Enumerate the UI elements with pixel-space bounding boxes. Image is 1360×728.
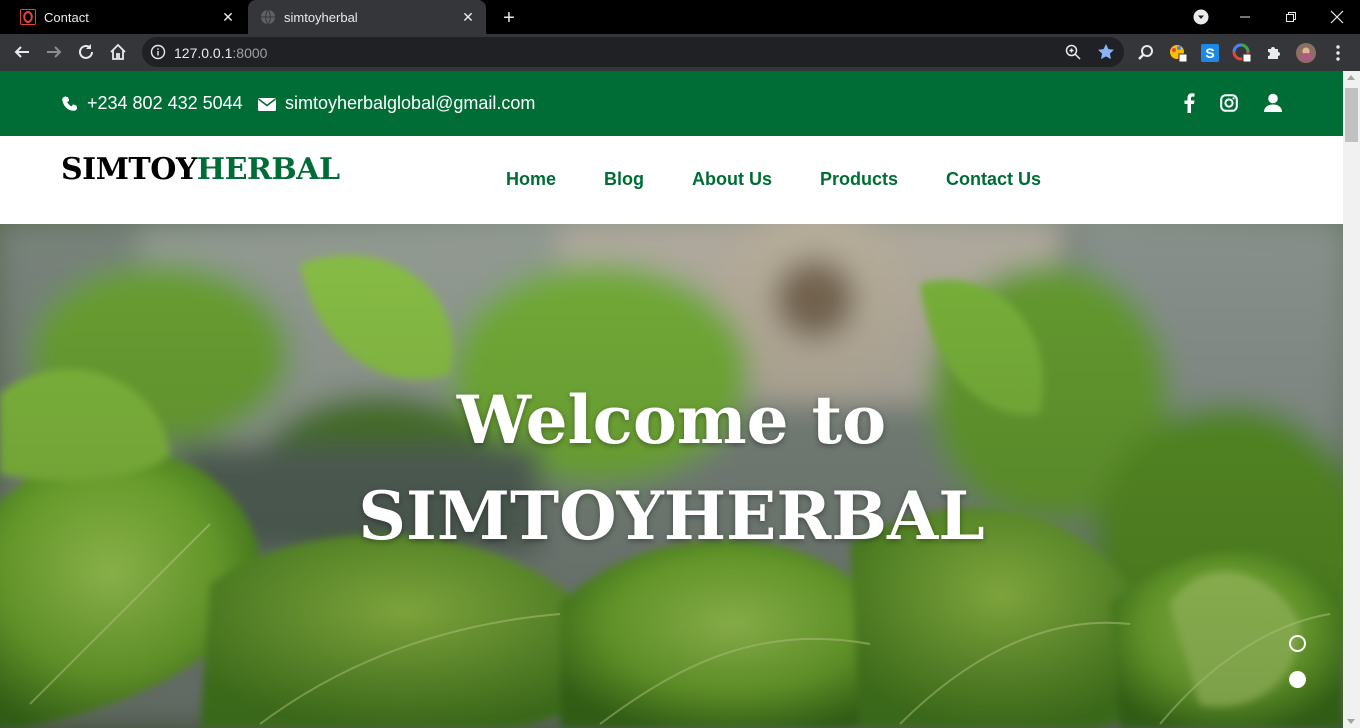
tab-close-icon[interactable]: ✕ — [458, 7, 478, 27]
url-host: 127.0.0.1 — [174, 45, 233, 61]
home-icon[interactable] — [104, 38, 132, 66]
carousel-dot-2[interactable] — [1289, 671, 1306, 688]
email-address: simtoyherbalglobal@gmail.com — [285, 93, 536, 113]
user-icon[interactable] — [1261, 91, 1285, 115]
email-contact[interactable]: simtoyherbalglobal@gmail.com — [257, 93, 535, 114]
tab-title: simtoyherbal — [284, 9, 358, 25]
globe-favicon-icon — [260, 9, 276, 25]
site-info-icon[interactable] — [150, 44, 166, 60]
browser-tab-contact[interactable]: Contact ✕ — [8, 0, 246, 34]
back-icon[interactable] — [8, 38, 36, 66]
extensions-puzzle-icon[interactable] — [1264, 43, 1284, 63]
browser-menu-icon[interactable] — [1328, 43, 1348, 63]
reload-icon[interactable] — [72, 38, 100, 66]
browser-tab-simtoyherbal[interactable]: simtoyherbal ✕ — [248, 0, 486, 34]
tab-close-icon[interactable]: ✕ — [218, 7, 238, 27]
logo-part1: SIMTOY — [61, 152, 197, 187]
carousel-dot-1[interactable] — [1289, 635, 1306, 652]
extension-color-wheel-icon[interactable] — [1232, 43, 1252, 63]
nav-home[interactable]: Home — [506, 169, 556, 190]
url-port: :8000 — [232, 45, 268, 61]
scrollbar-thumb[interactable] — [1345, 88, 1358, 142]
extension-palette-icon[interactable] — [1168, 43, 1188, 63]
opera-favicon-icon — [20, 9, 36, 25]
hero-carousel: Welcome to SIMTOYHERBAL — [0, 224, 1343, 728]
browser-tab-bar: Contact ✕ simtoyherbal ✕ + — [0, 0, 1360, 34]
extension-search-icon[interactable] — [1136, 43, 1156, 63]
new-tab-button[interactable]: + — [498, 7, 520, 29]
nav-contact-us[interactable]: Contact Us — [946, 169, 1041, 190]
address-bar[interactable]: 127.0.0.1:8000 — [142, 37, 1124, 67]
profile-avatar-icon[interactable] — [1296, 43, 1316, 63]
nav-blog[interactable]: Blog — [604, 169, 644, 190]
instagram-icon[interactable] — [1217, 91, 1241, 115]
hero-title-line1: Welcome to — [456, 381, 887, 459]
facebook-icon[interactable] — [1177, 91, 1201, 115]
extension-s-icon[interactable]: S — [1200, 43, 1220, 63]
close-window-icon[interactable] — [1314, 0, 1360, 34]
logo-part2: HERBAL — [196, 152, 340, 187]
tab-title: Contact — [44, 9, 89, 25]
scroll-down-icon[interactable] — [1347, 719, 1355, 724]
page-scrollbar[interactable] — [1343, 71, 1360, 728]
tab-search-icon[interactable] — [1178, 0, 1224, 34]
page-viewport: +234 802 432 5044 simtoyherbalglobal@gma… — [0, 71, 1343, 728]
phone-number: +234 802 432 5044 — [87, 93, 243, 113]
bookmark-star-icon[interactable] — [1096, 42, 1116, 62]
phone-icon — [62, 96, 78, 111]
browser-toolbar: 127.0.0.1:8000 S — [0, 34, 1360, 71]
minimize-icon[interactable] — [1222, 0, 1268, 34]
envelope-icon — [258, 97, 276, 111]
contact-topbar: +234 802 432 5044 simtoyherbalglobal@gma… — [0, 71, 1343, 136]
hero-title-line2: SIMTOYHERBAL — [358, 477, 985, 555]
site-logo[interactable]: SIMTOYHERBAL — [61, 152, 340, 187]
restore-icon[interactable] — [1268, 0, 1314, 34]
nav-products[interactable]: Products — [820, 169, 898, 190]
site-header: SIMTOYHERBAL Home Blog About Us Products… — [0, 136, 1343, 224]
phone-contact[interactable]: +234 802 432 5044 — [61, 93, 243, 114]
nav-about-us[interactable]: About Us — [692, 169, 772, 190]
url-text: 127.0.0.1:8000 — [174, 45, 267, 61]
zoom-icon[interactable] — [1064, 43, 1082, 61]
hero-title: Welcome to SIMTOYHERBAL — [0, 372, 1343, 564]
forward-icon[interactable] — [40, 38, 68, 66]
svg-text:S: S — [1205, 45, 1214, 61]
main-nav: Home Blog About Us Products Contact Us — [482, 169, 1065, 190]
scroll-up-icon[interactable] — [1347, 75, 1355, 80]
